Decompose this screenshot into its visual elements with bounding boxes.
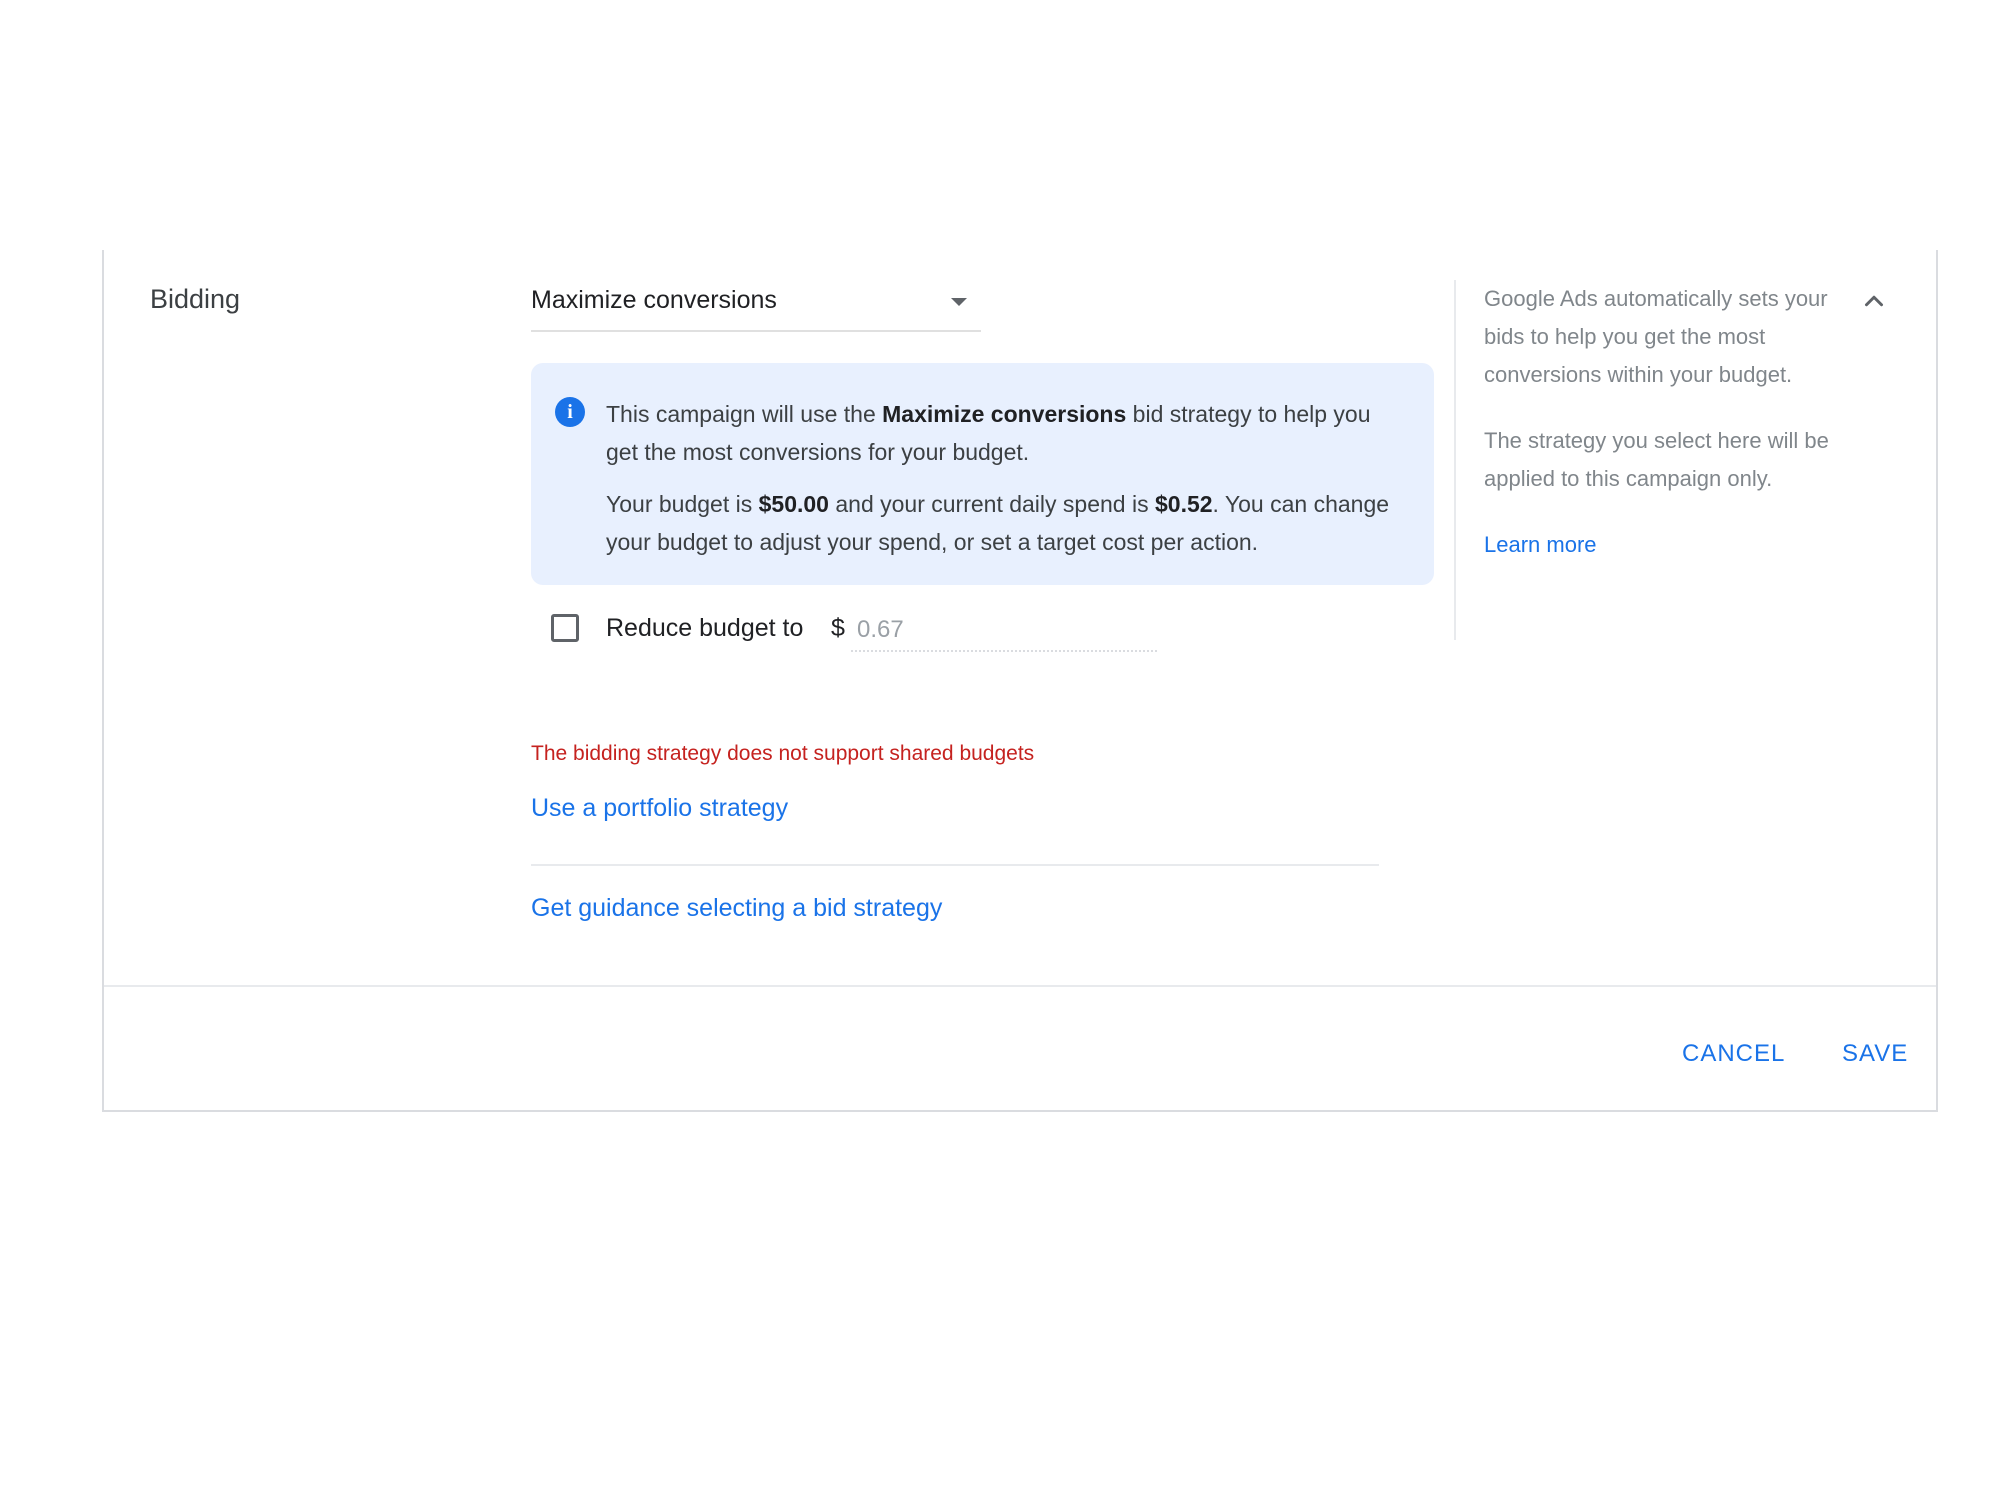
learn-more-link[interactable]: Learn more (1484, 532, 1597, 557)
section-label: Bidding (150, 284, 241, 314)
budget-amount: $50.00 (758, 491, 829, 517)
side-help-paragraph-2: The strategy you select here will be app… (1484, 428, 1829, 491)
reduce-budget-checkbox[interactable] (551, 614, 579, 642)
info-paragraph-strategy: This campaign will use the Maximize conv… (606, 401, 1371, 465)
info-banner: i This campaign will use the Maximize co… (531, 363, 1434, 585)
save-button[interactable]: SAVE (1842, 1040, 1908, 1068)
info-icon: i (555, 397, 585, 427)
bid-strategy-dropdown[interactable]: Maximize conversions (531, 280, 981, 332)
cancel-button[interactable]: CANCEL (1682, 1040, 1785, 1068)
portfolio-strategy-link[interactable]: Use a portfolio strategy (531, 794, 788, 823)
chevron-up-icon[interactable] (1859, 286, 1889, 316)
bid-strategy-selected: Maximize conversions (531, 286, 777, 314)
error-message: The bidding strategy does not support sh… (531, 742, 1035, 765)
chevron-down-icon (951, 298, 967, 306)
reduce-budget-row: Reduce budget to $ (551, 610, 1251, 652)
bid-strategy-guidance-link[interactable]: Get guidance selecting a bid strategy (531, 894, 942, 923)
info-text: This campaign will use the Maximize conv… (606, 395, 1406, 561)
side-help-paragraph-1: Google Ads automatically sets your bids … (1484, 286, 1828, 387)
info-paragraph-budget: Your budget is $50.00 and your current d… (606, 491, 1390, 555)
reduced-budget-input[interactable] (851, 610, 1157, 652)
side-help-panel: Google Ads automatically sets your bids … (1484, 280, 1854, 564)
footer-divider (104, 985, 1936, 987)
reduce-budget-label: Reduce budget to (606, 614, 804, 642)
vertical-divider (1454, 280, 1456, 640)
strategy-name: Maximize conversions (882, 401, 1127, 427)
bidding-card: Bidding Maximize conversions i This camp… (102, 250, 1938, 1112)
daily-spend: $0.52 (1154, 491, 1213, 517)
currency-symbol: $ (831, 614, 845, 642)
divider (531, 864, 1379, 866)
